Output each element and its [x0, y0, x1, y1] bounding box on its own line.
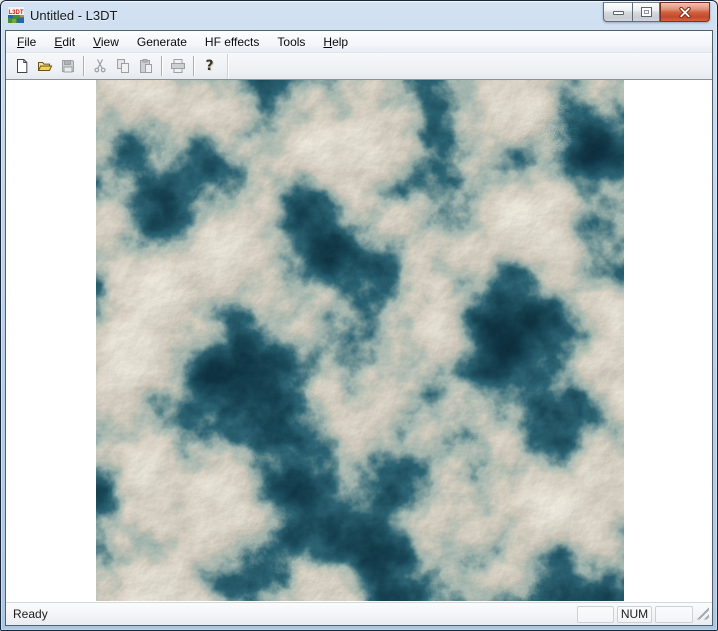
title-bar[interactable]: L3DT Untitled - L3DT: [1, 1, 717, 30]
status-message: Ready: [13, 607, 48, 621]
help-button[interactable]: ?: [198, 55, 221, 77]
status-bar: Ready NUM: [6, 602, 712, 625]
menu-item-generate[interactable]: Generate: [128, 32, 196, 52]
copy-button[interactable]: [111, 55, 134, 77]
terrain-map-view[interactable]: [96, 80, 624, 601]
close-button[interactable]: [660, 2, 710, 22]
print-printer-icon: [170, 58, 186, 74]
terrain-texture: [96, 80, 624, 601]
toolbar-band-separator: [227, 54, 228, 79]
app-window: L3DT Untitled - L3DT: [0, 0, 718, 631]
screen: L3DT Untitled - L3DT: [0, 0, 718, 631]
close-icon: [679, 7, 691, 18]
copy-pages-icon: [115, 58, 131, 74]
menu-item-file[interactable]: File: [8, 32, 45, 52]
menu-bar: File Edit View Generate HF effects Tools…: [6, 31, 712, 53]
toolbar: ?: [6, 53, 712, 80]
l3dt-logo-icon: L3DT: [8, 7, 24, 23]
cut-button[interactable]: [88, 55, 111, 77]
toolbar-separator: [83, 56, 84, 76]
new-button[interactable]: [10, 55, 33, 77]
minimize-button[interactable]: [603, 2, 632, 22]
cut-scissors-icon: [92, 58, 108, 74]
menu-item-help[interactable]: Help: [314, 32, 357, 52]
status-pane-cap: [577, 606, 614, 623]
caption-buttons: [603, 2, 710, 22]
maximize-button[interactable]: [632, 2, 660, 22]
status-panes: NUM: [574, 606, 709, 623]
client-area: [6, 80, 712, 602]
menu-item-tools[interactable]: Tools: [268, 32, 314, 52]
paste-clipboard-icon: [138, 58, 154, 74]
minimize-icon: [613, 11, 624, 15]
new-document-icon: [14, 58, 30, 74]
status-pane-scrl: [655, 606, 693, 623]
window-client-frame: File Edit View Generate HF effects Tools…: [5, 30, 713, 626]
toolbar-separator: [161, 56, 162, 76]
toolbar-separator: [193, 56, 194, 76]
save-button[interactable]: [56, 55, 79, 77]
menu-item-edit[interactable]: Edit: [45, 32, 84, 52]
maximize-icon: [641, 7, 652, 17]
window-title: Untitled - L3DT: [30, 8, 117, 23]
paste-button[interactable]: [134, 55, 157, 77]
status-pane-num: NUM: [617, 606, 652, 623]
save-floppy-icon: [60, 58, 76, 74]
open-folder-icon: [37, 58, 53, 74]
menu-item-view[interactable]: View: [84, 32, 128, 52]
resize-grip[interactable]: [696, 607, 709, 620]
menu-item-hf-effects[interactable]: HF effects: [196, 32, 268, 52]
open-button[interactable]: [33, 55, 56, 77]
help-question-icon: ?: [205, 59, 213, 73]
print-button[interactable]: [166, 55, 189, 77]
